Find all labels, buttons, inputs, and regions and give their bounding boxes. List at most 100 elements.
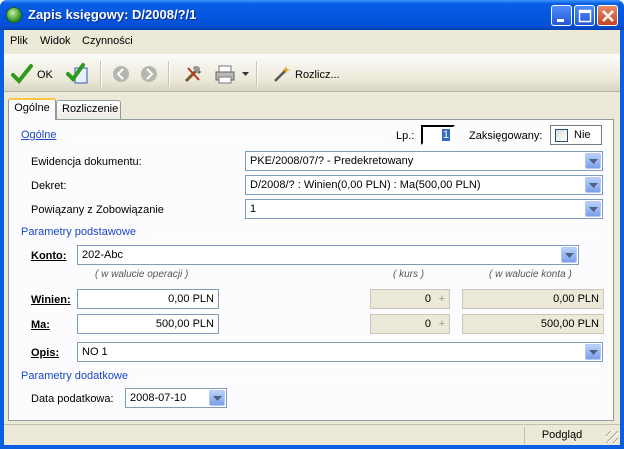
chevron-down-icon [589, 350, 598, 355]
konto-dropdown-button[interactable] [561, 247, 577, 263]
chevron-down-icon [589, 183, 598, 188]
toolbar-separator [100, 61, 102, 87]
winien-field[interactable]: 0,00 PLN [77, 289, 219, 309]
chevron-down-icon [565, 253, 574, 258]
dekret-combo[interactable]: D/2008/? : Winien(0,00 PLN) : Ma(500,00 … [245, 175, 603, 195]
checkmark-document-icon [66, 63, 88, 84]
section-ogolne: Ogólne [21, 129, 57, 141]
next-button[interactable] [138, 59, 160, 89]
hint-account-currency: ( w walucie konta ) [489, 269, 572, 280]
ma-account-field: 500,00 PLN [462, 314, 604, 334]
dropdown-arrow-icon [242, 72, 249, 76]
close-icon [602, 10, 614, 22]
chevron-down-icon [589, 159, 598, 164]
hint-operation-currency: ( w walucie operacji ) [95, 269, 189, 280]
title-bar[interactable]: Zapis księgowy: D/2008/?/1 [0, 0, 624, 30]
maximize-button[interactable] [574, 5, 595, 26]
checkmark-icon [11, 64, 33, 84]
spin-icon[interactable]: + [439, 293, 445, 305]
arrow-right-icon [141, 66, 157, 82]
status-mode: Podgląd [524, 427, 599, 444]
ewidencja-combo[interactable]: PKE/2008/07/? - Predekretowany [245, 151, 603, 171]
tab-ogolne[interactable]: Ogólne [8, 98, 56, 120]
ewidencja-value: PKE/2008/07/? - Predekretowany [250, 155, 414, 167]
toolbar-separator [168, 61, 170, 87]
opis-label: Opis: [31, 347, 60, 359]
konto-label: Konto: [31, 250, 67, 262]
minimize-button[interactable] [551, 5, 572, 26]
window-title: Zapis księgowy: D/2008/?/1 [28, 7, 197, 22]
rozlicz-button[interactable]: Rozlicz... [270, 59, 350, 89]
zaksiegowany-checkbox[interactable] [555, 129, 568, 142]
toolbar: OK Rozlicz... [4, 54, 620, 92]
ma-field[interactable]: 500,00 PLN [77, 314, 219, 334]
lp-label: Lp.: [396, 130, 415, 142]
close-button[interactable] [597, 5, 618, 26]
powiazany-value: 1 [250, 203, 257, 215]
ma-rate: 0 [424, 318, 431, 330]
app-window: Zapis księgowy: D/2008/?/1 Plik Widok Cz… [0, 0, 624, 449]
save-and-new-button[interactable] [64, 59, 92, 89]
status-bar: Podgląd [4, 424, 620, 445]
calendar-dropdown-button[interactable] [209, 390, 225, 406]
data-podatkowa-picker[interactable]: 2008-07-10 [125, 388, 227, 408]
print-button[interactable] [212, 59, 250, 89]
zaksiegowany-value: Nie [574, 129, 591, 141]
chevron-down-icon [213, 396, 222, 401]
previous-button[interactable] [110, 59, 132, 89]
window-client: Plik Widok Czynności OK Rozlicz... Ogóln… [4, 30, 620, 445]
ewidencja-label: Ewidencja dokumentu: [31, 156, 142, 168]
winien-label: Winien: [31, 294, 71, 306]
app-icon [6, 7, 22, 23]
powiazany-dropdown-button[interactable] [585, 201, 601, 217]
ma-label: Ma: [31, 319, 50, 331]
toolbar-separator [256, 61, 258, 87]
section-divider [134, 377, 604, 378]
chevron-down-icon [589, 207, 598, 212]
arrow-left-icon [113, 66, 129, 82]
resize-grip-icon[interactable] [606, 431, 618, 443]
hint-rate: ( kurs ) [393, 269, 425, 280]
ma-rate-field[interactable]: 0 + [370, 314, 450, 334]
ok-label: OK [37, 69, 53, 81]
tab-panel: Ogólne Lp.: 1 Zaksięgowany: Nie Ewidencj… [8, 119, 614, 421]
lp-value: 1 [441, 129, 450, 141]
section-divider [149, 233, 604, 234]
winien-account-field: 0,00 PLN [462, 289, 604, 309]
section-parametry-podstawowe: Parametry podstawowe [21, 226, 136, 238]
dekret-value: D/2008/? : Winien(0,00 PLN) : Ma(500,00 … [250, 179, 481, 191]
lp-field[interactable]: 1 [421, 125, 455, 145]
section-divider [67, 136, 387, 137]
minimize-icon [557, 19, 564, 22]
menu-plik[interactable]: Plik [10, 35, 28, 47]
opis-value: NO 1 [82, 346, 108, 358]
opis-combo[interactable]: NO 1 [77, 342, 603, 362]
konto-value: 202-Abc [82, 249, 123, 261]
tab-rozliczenie[interactable]: Rozliczenie [56, 100, 121, 119]
menu-czynnosci[interactable]: Czynności [82, 35, 133, 47]
opis-dropdown-button[interactable] [585, 344, 601, 360]
zaksiegowany-toggle[interactable]: Nie [550, 125, 602, 145]
data-podatkowa-value: 2008-07-10 [130, 392, 187, 404]
maximize-icon [578, 9, 592, 23]
powiazany-label: Powiązany z [31, 204, 93, 216]
data-podatkowa-label: Data podatkowa: [31, 393, 114, 405]
winien-rate: 0 [424, 293, 431, 305]
tools-icon [184, 65, 202, 83]
rozlicz-label: Rozlicz... [295, 69, 340, 81]
zaksiegowany-label: Zaksięgowany: [469, 130, 543, 142]
spin-icon[interactable]: + [439, 318, 445, 330]
tools-button[interactable] [180, 59, 206, 89]
menu-bar: Plik Widok Czynności [4, 30, 620, 52]
konto-combo[interactable]: 202-Abc [77, 245, 579, 265]
menu-widok[interactable]: Widok [40, 35, 71, 47]
powiazany-combo[interactable]: 1 [245, 199, 603, 219]
winien-rate-field[interactable]: 0 + [370, 289, 450, 309]
ok-button[interactable]: OK [8, 59, 60, 89]
ewidencja-dropdown-button[interactable] [585, 153, 601, 169]
dekret-dropdown-button[interactable] [585, 177, 601, 193]
dekret-label: Dekret: [31, 180, 67, 192]
section-parametry-dodatkowe: Parametry dodatkowe [21, 370, 128, 382]
powiazany-type[interactable]: Zobowiązanie [96, 204, 164, 216]
printer-icon [215, 65, 235, 84]
